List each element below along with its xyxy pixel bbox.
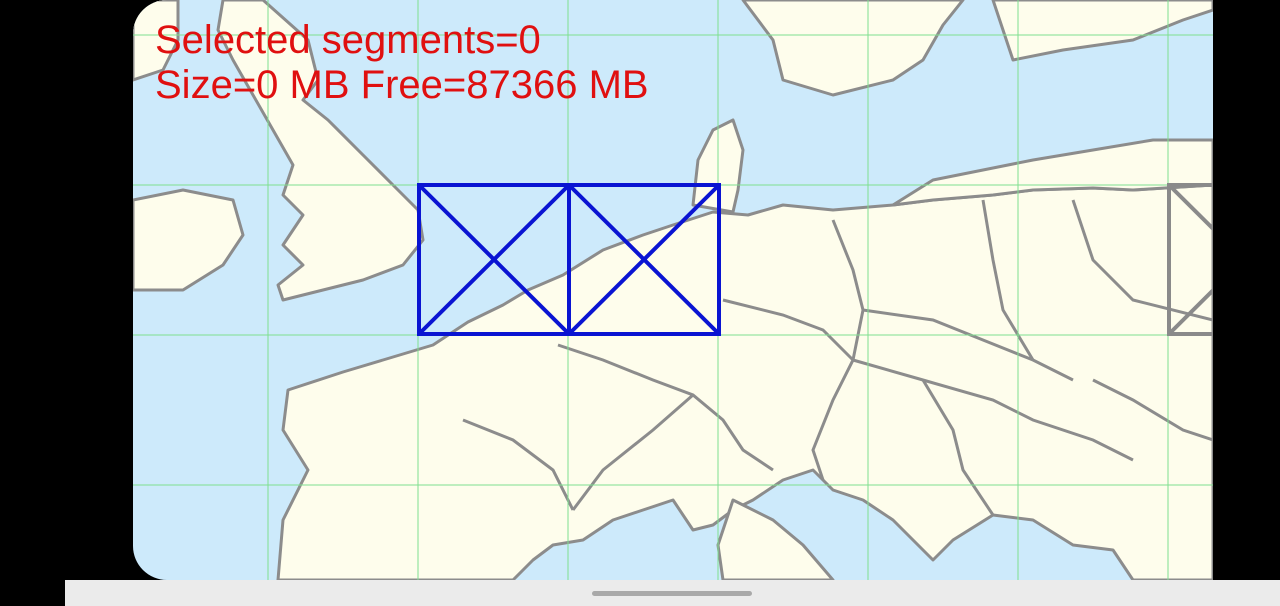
storage-size-label: Size=0 MB Free=87366 MB: [155, 63, 649, 107]
home-indicator-icon[interactable]: [592, 591, 752, 596]
navigation-bar: [65, 580, 1280, 606]
map-view[interactable]: Selected segments=0 Size=0 MB Free=87366…: [133, 0, 1213, 580]
download-status: Selected segments=0 Size=0 MB Free=87366…: [155, 18, 649, 108]
selected-segments-label: Selected segments=0: [155, 18, 541, 62]
right-black-bar: [1213, 0, 1280, 580]
